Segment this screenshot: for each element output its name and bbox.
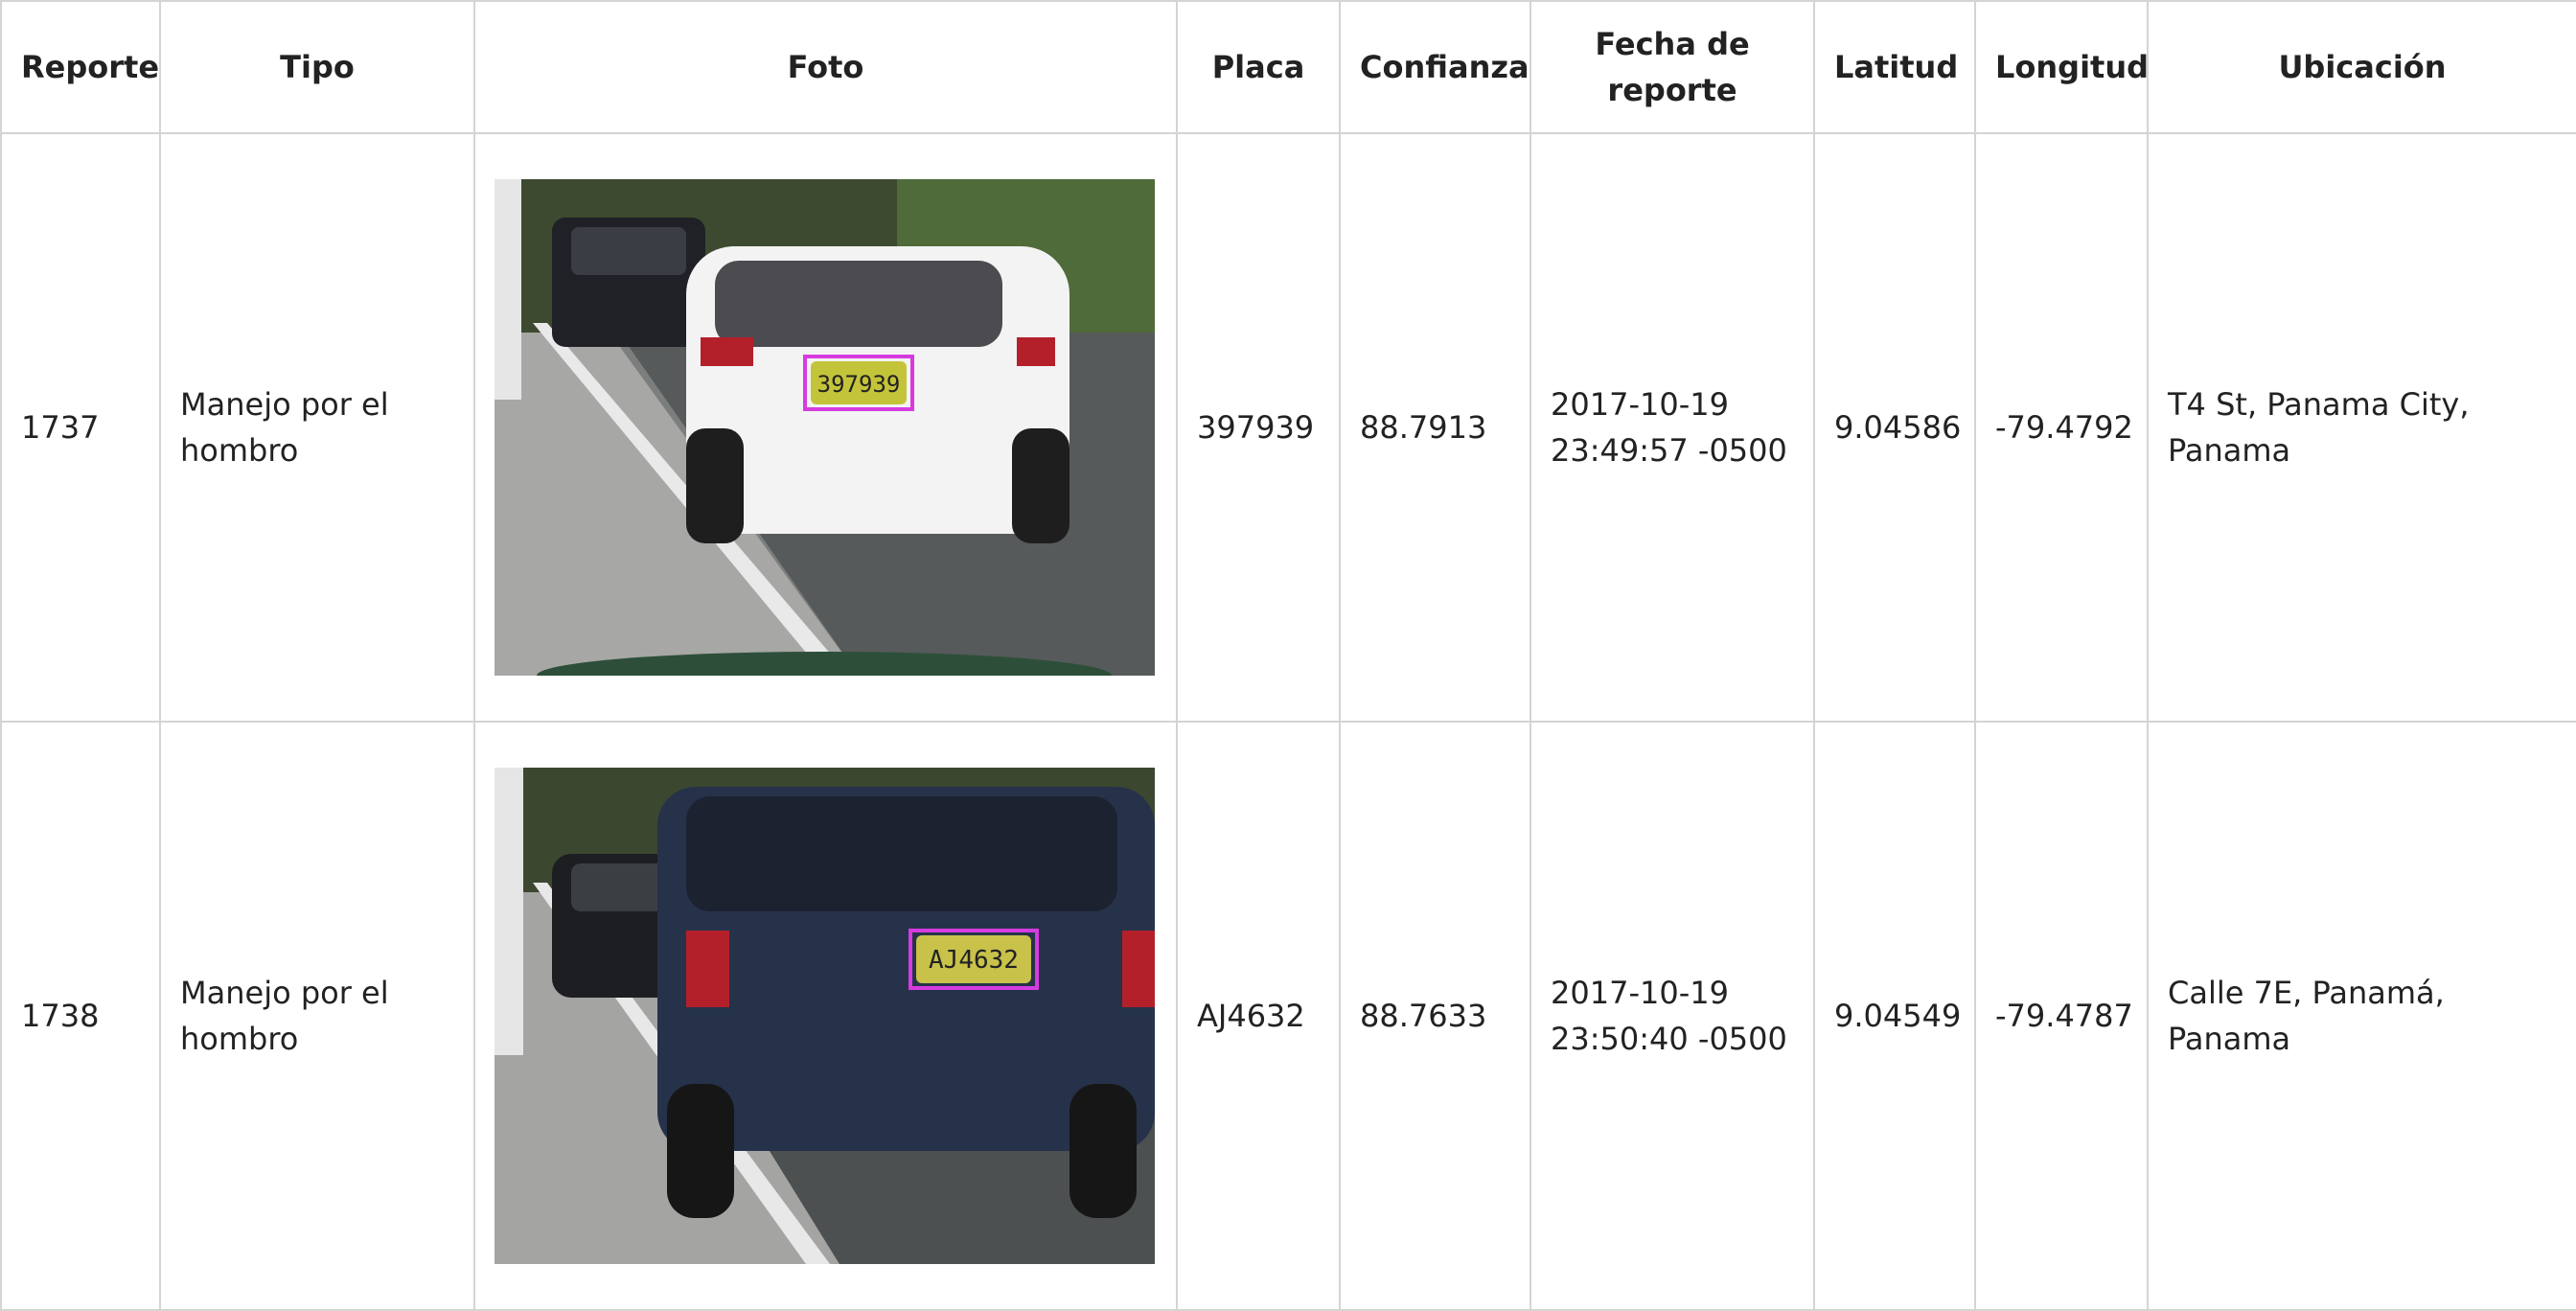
cell-reporte: 1738: [0, 721, 161, 1311]
header-longitud: Longitud: [1974, 0, 2149, 134]
cell-ubicacion: T4 St, Panama City, Panama: [2147, 132, 2576, 723]
table-row: 1737 Manejo por el hombro 397939 397939 …: [0, 132, 2576, 723]
reports-table: Reporte Tipo Foto Placa Confianza Fecha …: [0, 0, 2576, 1311]
plate-text: 397939: [817, 371, 901, 398]
fecha-date: 2017-10-19: [1551, 386, 1729, 423]
cell-latitud: 9.04549: [1813, 721, 1976, 1311]
cell-fecha: 2017-10-19 23:50:40 -0500: [1530, 721, 1815, 1311]
header-latitud: Latitud: [1813, 0, 1976, 134]
header-reporte: Reporte: [0, 0, 161, 134]
cell-latitud: 9.04586: [1813, 132, 1976, 723]
header-placa: Placa: [1176, 0, 1341, 134]
cell-ubicacion: Calle 7E, Panamá, Panama: [2147, 721, 2576, 1311]
cell-reporte: 1737: [0, 132, 161, 723]
header-tipo: Tipo: [159, 0, 475, 134]
cell-tipo: Manejo por el hombro: [159, 132, 475, 723]
cell-tipo: Manejo por el hombro: [159, 721, 475, 1311]
fecha-time: 23:49:57 -0500: [1551, 432, 1787, 469]
header-fecha: Fecha de reporte: [1530, 0, 1815, 134]
cell-confianza: 88.7913: [1339, 132, 1531, 723]
vehicle-photo[interactable]: 397939: [494, 179, 1155, 676]
cell-foto: 397939: [473, 132, 1178, 723]
header-foto: Foto: [473, 0, 1178, 134]
cell-longitud: -79.4792: [1974, 132, 2149, 723]
table-row: 1738 Manejo por el hombro AJ4632 AJ4632 …: [0, 721, 2576, 1311]
plate-text: AJ4632: [929, 946, 1019, 975]
cell-placa: AJ4632: [1176, 721, 1341, 1311]
cell-placa: 397939: [1176, 132, 1341, 723]
cell-confianza: 88.7633: [1339, 721, 1531, 1311]
cell-fecha: 2017-10-19 23:49:57 -0500: [1530, 132, 1815, 723]
vehicle-photo[interactable]: AJ4632: [494, 768, 1155, 1264]
fecha-time: 23:50:40 -0500: [1551, 1021, 1787, 1057]
header-confianza: Confianza: [1339, 0, 1531, 134]
fecha-date: 2017-10-19: [1551, 975, 1729, 1011]
cell-foto: AJ4632: [473, 721, 1178, 1311]
cell-longitud: -79.4787: [1974, 721, 2149, 1311]
header-row: Reporte Tipo Foto Placa Confianza Fecha …: [0, 0, 2576, 134]
header-ubicacion: Ubicación: [2147, 0, 2576, 134]
